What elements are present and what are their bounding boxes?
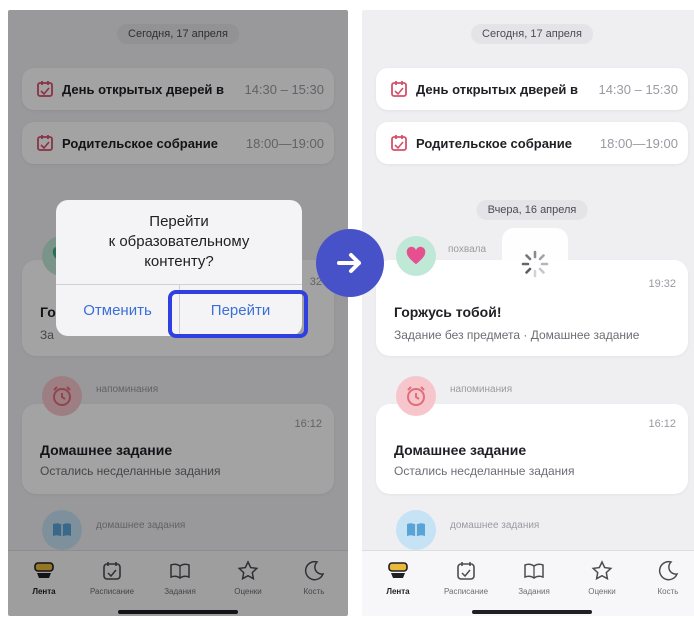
praise-category: похвала <box>448 244 487 255</box>
event-time: 14:30 – 15:30 <box>598 81 678 97</box>
tab-label: Лента <box>386 587 410 596</box>
reminder-time: 16:12 <box>648 418 676 430</box>
date-pill-yesterday: Вчера, 16 апреля <box>476 200 588 220</box>
calendar-icon <box>391 135 407 151</box>
arrow-right-icon <box>337 253 361 273</box>
homework-category: домашнее задания <box>450 520 540 531</box>
dialog-message-line: контенту? <box>144 253 214 270</box>
tab-assignments[interactable]: Задания <box>500 559 568 596</box>
event-card-parent-meeting[interactable]: Родительское собрание 18:00—19:00 <box>376 122 688 164</box>
loading-spinner <box>502 228 568 300</box>
tab-grades[interactable]: Оценки <box>568 559 636 596</box>
dialog-message-line: к образовательному <box>108 233 250 250</box>
left-screen: Сегодня, 17 апреля День открытых дверей … <box>8 10 348 616</box>
moon-icon <box>658 560 679 581</box>
confirm-dialog: Перейти к образовательному контенту? Отм… <box>56 200 302 336</box>
home-indicator <box>472 610 592 614</box>
star-icon <box>591 560 613 581</box>
calendar-icon <box>457 562 475 580</box>
dialog-message-line: Перейти <box>149 213 209 230</box>
praise-subtitle: Задание без предмета · Домашнее задание <box>394 328 640 342</box>
alarm-clock-icon <box>407 386 425 406</box>
right-screen: Сегодня, 17 апреля День открытых дверей … <box>362 10 694 616</box>
reminder-category: напоминания <box>450 384 513 395</box>
praise-time: 19:32 <box>648 278 676 290</box>
event-title: Родительское собрание <box>416 135 572 151</box>
event-title: День открытых дверей в <box>416 81 579 97</box>
reminder-avatar <box>396 376 436 416</box>
tab-schedule[interactable]: Расписание <box>432 559 500 596</box>
tab-label: Оценки <box>588 587 616 596</box>
tab-bar: Лента Расписание Задания Оценки Кость <box>362 550 694 616</box>
homework-avatar <box>396 510 436 550</box>
cancel-button[interactable]: Отменить <box>56 284 179 336</box>
dialog-message: Перейти к образовательному контенту? <box>56 212 302 272</box>
tab-more[interactable]: Кость <box>634 559 694 596</box>
transition-arrow <box>316 229 384 297</box>
date-pill-today: Сегодня, 17 апреля <box>471 24 593 44</box>
feed-icon <box>388 562 408 578</box>
tab-label: Расписание <box>443 587 489 596</box>
tab-feed[interactable]: Лента <box>364 559 432 596</box>
calendar-icon <box>391 81 407 97</box>
reminder-card[interactable]: 16:12 Домашнее задание Остались несделан… <box>376 404 688 494</box>
event-card-open-day[interactable]: День открытых дверей в 14:30 – 15:30 <box>376 68 688 110</box>
spinner-icon <box>521 250 549 278</box>
book-icon <box>524 563 544 579</box>
reminder-subtitle: Остались несделанные задания <box>394 464 575 478</box>
praise-avatar <box>396 236 436 276</box>
tab-label: Кость <box>657 587 679 596</box>
heart-icon <box>406 246 426 265</box>
tab-label: Задания <box>518 587 550 596</box>
confirm-button[interactable]: Перейти <box>179 284 302 336</box>
reminder-title: Домашнее задание <box>394 442 527 458</box>
event-time: 18:00—19:00 <box>599 135 678 151</box>
praise-title: Горжусь тобой! <box>394 304 502 320</box>
open-book-icon <box>407 523 425 537</box>
